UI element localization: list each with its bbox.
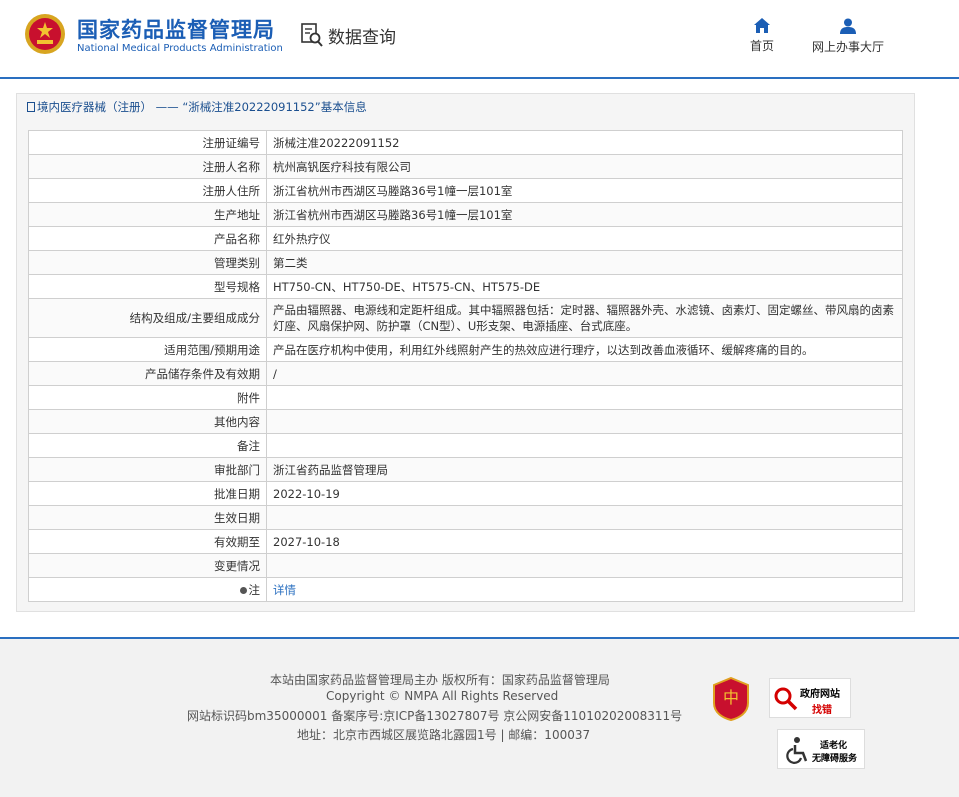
- footer-registration[interactable]: 网站标识码bm35000001 备案序号:京ICP备13027807号 京公网安…: [187, 707, 682, 724]
- row-value: [266, 385, 903, 410]
- table-row: 生产地址 浙江省杭州市西湖区马塍路36号1幢一层101室: [28, 202, 903, 227]
- row-label: 生产地址: [28, 202, 267, 227]
- table-row: 有效期至 2027-10-18: [28, 529, 903, 554]
- row-label: 注册证编号: [28, 130, 267, 155]
- table-row: 其他内容: [28, 409, 903, 434]
- table-row: 注册人名称 杭州高钒医疗科技有限公司: [28, 154, 903, 179]
- table-row: 附件: [28, 385, 903, 410]
- row-label: 其他内容: [28, 409, 267, 434]
- note-label: 注: [248, 582, 261, 597]
- note-bullet-icon: [239, 586, 247, 594]
- row-value: 第二类: [266, 250, 903, 275]
- footer-sponsor: 本站由国家药品监督管理局主办 版权所有：国家药品监督管理局: [270, 673, 610, 687]
- nav-home[interactable]: 首页: [750, 18, 774, 54]
- row-label: 结构及组成/主要组成成分: [28, 298, 267, 338]
- table-row: 变更情况: [28, 553, 903, 578]
- row-value: [266, 553, 903, 578]
- breadcrumb-category[interactable]: 境内医疗器械（注册）: [37, 100, 152, 114]
- svg-text:中: 中: [723, 688, 739, 707]
- row-value: 产品由辐照器、电源线和定距杆组成。其中辐照器包括：定时器、辐照器外壳、水滤镜、卤…: [266, 298, 903, 338]
- detail-panel: 境内医疗器械（注册） —— “浙械注准20222091152”基本信息 注册证编…: [16, 93, 915, 612]
- site-header: 国家药品监督管理局 National Medical Products Admi…: [0, 0, 959, 79]
- row-value: 产品在医疗机构中使用，利用红外线照射产生的热效应进行理疗，以达到改善血液循环、缓…: [266, 337, 903, 362]
- table-row: 适用范围/预期用途 产品在医疗机构中使用，利用红外线照射产生的热效应进行理疗，以达…: [28, 337, 903, 362]
- row-label: 附件: [28, 385, 267, 410]
- home-icon: [754, 18, 770, 33]
- breadcrumb-title: “浙械注准20222091152”基本信息: [182, 100, 367, 114]
- row-label: 生效日期: [28, 505, 267, 530]
- table-row: 注册人住所 浙江省杭州市西湖区马塍路36号1幢一层101室: [28, 178, 903, 203]
- row-value: 红外热疗仪: [266, 226, 903, 251]
- gov-site-error-report-badge[interactable]: 政府网站 找错: [769, 678, 851, 718]
- breadcrumb-separator: ——: [152, 100, 183, 114]
- site-logo-title[interactable]: 国家药品监督管理局: [77, 14, 275, 44]
- footer-copyright: Copyright © NMPA All Rights Reserved: [326, 689, 559, 703]
- table-row: 审批部门 浙江省药品监督管理局: [28, 457, 903, 482]
- nav-online-service[interactable]: 网上办事大厅: [812, 18, 884, 55]
- table-row: 生效日期: [28, 505, 903, 530]
- row-label: 适用范围/预期用途: [28, 337, 267, 362]
- accessibility-badge-line1: 适老化: [820, 741, 848, 751]
- details-link[interactable]: 详情: [273, 583, 296, 597]
- table-row: 备注: [28, 433, 903, 458]
- document-icon: [27, 102, 35, 112]
- row-value: 浙江省杭州市西湖区马塍路36号1幢一层101室: [266, 202, 903, 227]
- data-query-link[interactable]: 数据查询: [300, 22, 396, 48]
- header-divider: [0, 77, 959, 79]
- row-label: 有效期至: [28, 529, 267, 554]
- note-label-cell: 注: [28, 577, 267, 602]
- gov-site-badge-sub: 找错: [812, 705, 832, 716]
- wheelchair-icon: [786, 737, 808, 764]
- row-value: /: [266, 361, 903, 386]
- row-label: 注册人名称: [28, 154, 267, 179]
- site-logo-subtitle[interactable]: National Medical Products Administration: [77, 43, 283, 54]
- national-emblem-icon[interactable]: [24, 13, 66, 55]
- row-label: 管理类别: [28, 250, 267, 275]
- document-search-icon: [301, 23, 323, 47]
- row-value: 浙械注准20222091152: [266, 130, 903, 155]
- table-row-note: 注 详情: [28, 577, 903, 602]
- footer-address: 地址：北京市西城区展览路北露园1号 | 邮编：100037: [297, 728, 591, 742]
- row-value: 杭州高钒医疗科技有限公司: [266, 154, 903, 179]
- note-value-cell: 详情: [266, 577, 903, 602]
- row-label: 审批部门: [28, 457, 267, 482]
- row-label: 产品名称: [28, 226, 267, 251]
- accessibility-badge-line2: 无障碍服务: [812, 754, 858, 764]
- table-row: 产品储存条件及有效期 /: [28, 361, 903, 386]
- table-row: 批准日期 2022-10-19: [28, 481, 903, 506]
- data-query-label: 数据查询: [328, 27, 396, 48]
- row-label: 产品储存条件及有效期: [28, 361, 267, 386]
- row-label: 注册人住所: [28, 178, 267, 203]
- accessibility-service-badge[interactable]: 适老化 无障碍服务: [777, 729, 865, 769]
- party-org-badge-icon[interactable]: 中: [712, 677, 750, 721]
- table-row: 型号规格 HT750-CN、HT750-DE、HT575-CN、HT575-DE: [28, 274, 903, 299]
- breadcrumb: 境内医疗器械（注册） —— “浙械注准20222091152”基本信息: [27, 99, 367, 115]
- row-value: 浙江省杭州市西湖区马塍路36号1幢一层101室: [266, 178, 903, 203]
- row-label: 变更情况: [28, 553, 267, 578]
- row-value: [266, 409, 903, 434]
- row-label: 备注: [28, 433, 267, 458]
- row-label: 型号规格: [28, 274, 267, 299]
- gov-site-badge-title: 政府网站: [800, 689, 840, 700]
- row-value: 2027-10-18: [266, 529, 903, 554]
- site-footer: 本站由国家药品监督管理局主办 版权所有：国家药品监督管理局 Copyright …: [0, 639, 959, 797]
- row-value: [266, 505, 903, 530]
- magnifier-icon: [774, 687, 798, 711]
- row-value: [266, 433, 903, 458]
- row-value: HT750-CN、HT750-DE、HT575-CN、HT575-DE: [266, 274, 903, 299]
- nav-home-label: 首页: [750, 39, 775, 53]
- registration-info-table: 注册证编号 浙械注准20222091152 注册人名称 杭州高钒医疗科技有限公司 注…: [28, 130, 903, 602]
- table-row: 管理类别 第二类: [28, 250, 903, 275]
- table-row: 结构及组成/主要组成成分 产品由辐照器、电源线和定距杆组成。其中辐照器包括：定时器…: [28, 298, 903, 338]
- row-value: 2022-10-19: [266, 481, 903, 506]
- table-row: 产品名称 红外热疗仪: [28, 226, 903, 251]
- table-row: 注册证编号 浙械注准20222091152: [28, 130, 903, 155]
- row-value: 浙江省药品监督管理局: [266, 457, 903, 482]
- nav-online-service-label: 网上办事大厅: [812, 40, 885, 54]
- user-icon: [840, 18, 856, 34]
- row-label: 批准日期: [28, 481, 267, 506]
